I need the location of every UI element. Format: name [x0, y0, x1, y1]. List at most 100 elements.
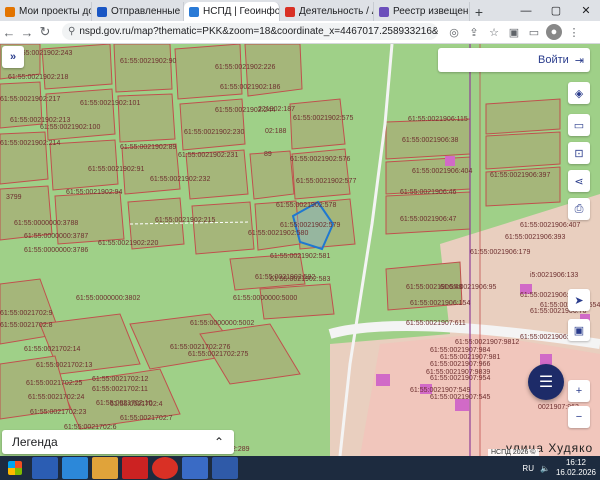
- parcel-label[interactable]: 61:55:0021702:25: [26, 380, 82, 387]
- parcel-label[interactable]: 61:55:0021902:578: [276, 202, 336, 209]
- parcel-label[interactable]: 61:55:0021902:213: [10, 117, 70, 124]
- ruler-button[interactable]: ▭: [568, 114, 590, 136]
- parcel-label[interactable]: 61:55:0021702:13: [36, 362, 92, 369]
- parcel-label[interactable]: 61:55:0021702:9: [0, 310, 53, 317]
- parcel-label[interactable]: 61:55:0021702:14: [24, 346, 80, 353]
- parcel-label[interactable]: 61:55:0021702:24: [28, 394, 84, 401]
- parcel-label[interactable]: 61:55:0021702:7: [120, 415, 173, 422]
- parcel-label[interactable]: 61:55:0021902:579: [280, 222, 340, 229]
- parcel-label[interactable]: 61:55:0021702:276: [170, 344, 230, 351]
- extension-icon[interactable]: ▣: [506, 24, 522, 40]
- parcel-label[interactable]: 61:55:0021907:984: [430, 347, 490, 354]
- chrome-taskbar-icon[interactable]: [152, 457, 178, 479]
- parcel-label[interactable]: 61:55:0021906:179: [470, 249, 530, 256]
- parcel-label[interactable]: 61:55:0021907:954: [430, 375, 490, 382]
- parcel-label[interactable]: 61:55:0021906:115: [408, 116, 468, 123]
- parcel-label[interactable]: 61:55:0021902:215: [155, 217, 215, 224]
- parcel-label[interactable]: 61:55:0021902:580: [248, 230, 308, 237]
- parcel-label[interactable]: 61:55:0021902:576: [290, 156, 350, 163]
- network-taskbar-icon[interactable]: [182, 457, 208, 479]
- parcel-label[interactable]: 3799: [6, 194, 22, 201]
- parcel-label[interactable]: 61:55:0021907:966: [430, 361, 490, 368]
- parcel-label[interactable]: 61:55:0000000:3787: [24, 233, 88, 240]
- parcel-label[interactable]: 61:55:0021906:397: [490, 172, 550, 179]
- parcel-label[interactable]: 61:55:0021902:230: [184, 129, 244, 136]
- share-button[interactable]: ⋖: [568, 170, 590, 192]
- parcel-label[interactable]: 61:55:0021906:46: [400, 189, 456, 196]
- start-button[interactable]: [0, 456, 30, 480]
- parcel-label[interactable]: 61:55:0021907:611: [406, 320, 466, 327]
- profile-avatar[interactable]: ●: [546, 24, 562, 40]
- parcel-label[interactable]: 61:55:0021902:89: [120, 144, 176, 151]
- measure-button[interactable]: ⊡: [568, 142, 590, 164]
- url-input[interactable]: ⚲ nspd.gov.ru/map?thematic=PKK&zoom=18&c…: [62, 23, 438, 40]
- clock[interactable]: 16:12 16.02.2026: [556, 458, 596, 478]
- parcel-label[interactable]: 221902:187: [258, 106, 295, 113]
- share-page-icon[interactable]: ⇪: [466, 24, 482, 40]
- parcel-label[interactable]: 61:55:0021702:12: [92, 376, 148, 383]
- parcel-label[interactable]: 61:55:0021902:575: [293, 115, 353, 122]
- site-info-icon[interactable]: ⚲: [68, 26, 75, 37]
- tab-projects[interactable]: Мои проекты до ×: [0, 2, 92, 21]
- parcel-label[interactable]: 61:55:0021702:23: [30, 409, 86, 416]
- outlook-taskbar-icon[interactable]: [32, 457, 58, 479]
- word-taskbar-icon[interactable]: [212, 457, 238, 479]
- legend-toggle[interactable]: Легенда ⌃: [2, 430, 234, 454]
- login-button[interactable]: Войти ⇥: [438, 48, 590, 72]
- map-canvas[interactable]: 61:55:0021902:243 61:55:0021902:90 61:55:0…: [0, 44, 600, 456]
- parcel-label[interactable]: 61:55:0021906:404: [412, 168, 472, 175]
- parcel-label[interactable]: 89: [264, 151, 272, 158]
- chat-button[interactable]: ☰: [528, 364, 564, 400]
- parcel-label[interactable]: 61:55:0021906:154: [410, 300, 470, 307]
- tab-activity[interactable]: Деятельность / А ×: [280, 2, 374, 21]
- reload-button[interactable]: ↻: [36, 24, 54, 40]
- parcel-label[interactable]: 61:55:0021902:231: [178, 152, 238, 159]
- parcel-label[interactable]: 61:55:0021906:38: [402, 137, 458, 144]
- media-taskbar-icon[interactable]: [122, 457, 148, 479]
- parcel-label[interactable]: 61:55:0021902:90: [120, 58, 176, 65]
- parcel-label[interactable]: 61:55:0021902:214: [0, 140, 60, 147]
- parcel-label[interactable]: 61:55:0021702:11: [92, 386, 148, 393]
- parcel-label[interactable]: 61:55:0021902:94: [66, 189, 122, 196]
- tab-nspd[interactable]: НСПД | Геоинфо ×: [184, 2, 280, 21]
- parcel-label[interactable]: 61:55:0021902:186: [220, 84, 280, 91]
- parcel-label[interactable]: 2:289: [232, 446, 250, 453]
- language-indicator[interactable]: RU: [522, 464, 534, 473]
- parcel-label[interactable]: 61:55:0021702:275: [188, 351, 248, 358]
- parcel-label[interactable]: 61:55:0000000:5002: [190, 320, 254, 327]
- parcel-label[interactable]: 61:55:0021906:407: [520, 222, 580, 229]
- back-button[interactable]: ←: [0, 25, 18, 40]
- parcel-label[interactable]: 61:55:0021906:393: [505, 234, 565, 241]
- parcel-label[interactable]: i5:0021906:133: [530, 272, 578, 279]
- parcel-label[interactable]: 61:55:0000000:3788: [14, 220, 78, 227]
- maximize-button[interactable]: ▢: [542, 0, 570, 21]
- new-tab-button[interactable]: +: [470, 2, 488, 21]
- parcel-label[interactable]: 61:55:0021902:226: [215, 64, 275, 71]
- parcel-label[interactable]: 61:55:0021907:545: [430, 394, 490, 401]
- parcel-label[interactable]: 61:55:0021906:47: [400, 216, 456, 223]
- parcel-label[interactable]: 61:55:0021907:9812: [455, 339, 519, 346]
- parcel-label[interactable]: 61:55:0021902:232: [150, 176, 210, 183]
- parcel-label[interactable]: 61:55:0000000:3802: [76, 295, 140, 302]
- parcel-label[interactable]: 61:55:0021902:100: [40, 124, 100, 131]
- volume-icon[interactable]: 🔈: [540, 464, 550, 473]
- parcel-label[interactable]: 61:55:0021902:101: [80, 100, 140, 107]
- print-button[interactable]: ⎙: [568, 198, 590, 220]
- explorer-taskbar-icon[interactable]: [92, 457, 118, 479]
- bookmark-star-icon[interactable]: ☆: [486, 24, 502, 40]
- ie-taskbar-icon[interactable]: [62, 457, 88, 479]
- tab-search-icon[interactable]: ▭: [526, 24, 542, 40]
- parcel-label[interactable]: 61:55:0021907:981: [440, 354, 500, 361]
- parcel-label[interactable]: 61:55:0021902:217: [0, 96, 60, 103]
- parcel-label[interactable]: 61:55:0021702:4: [110, 401, 163, 408]
- parcel-label[interactable]: 61:55:0000000:5000: [233, 295, 297, 302]
- expand-sidebar-button[interactable]: »: [2, 46, 24, 68]
- parcel-label[interactable]: 61:55:0021902:581: [270, 253, 330, 260]
- parcel-label[interactable]: 61:55:0021907:549: [410, 387, 470, 394]
- browser-menu-icon[interactable]: ⋮: [566, 24, 582, 40]
- parcel-label[interactable]: 61:55:0021902:91: [88, 166, 144, 173]
- zoom-out-button[interactable]: −: [568, 406, 590, 428]
- parcel-label[interactable]: 61:55:0021702:8: [0, 322, 53, 329]
- parcel-label[interactable]: 61:55:0021902:220: [98, 240, 158, 247]
- tab-registry[interactable]: Реестр извещени ×: [374, 2, 470, 21]
